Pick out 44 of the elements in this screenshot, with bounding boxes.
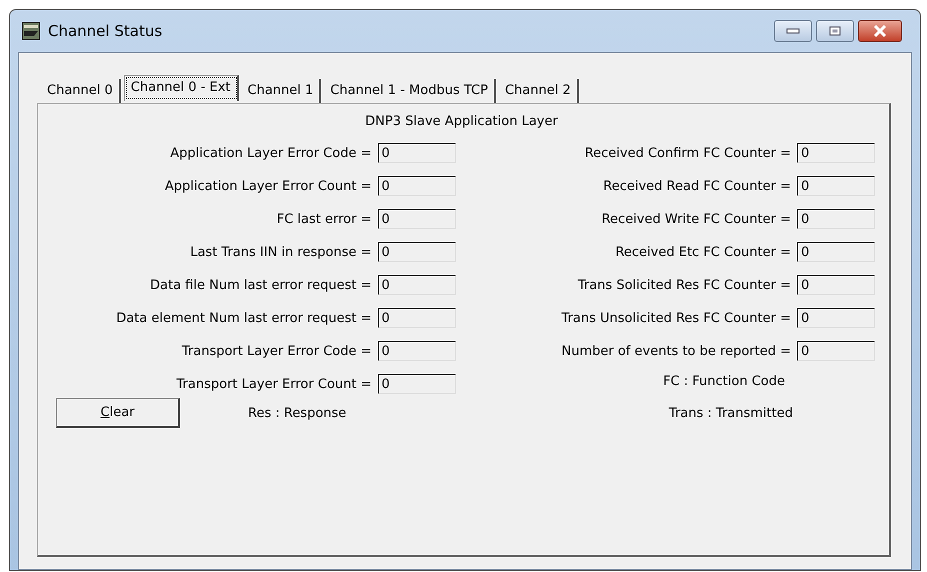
value-field[interactable]: 0	[797, 242, 875, 262]
value-field[interactable]: 0	[797, 308, 875, 328]
close-icon	[873, 25, 887, 37]
clear-button[interactable]: Clear	[56, 398, 180, 428]
field-label: Application Layer Error Code =	[170, 146, 372, 160]
app-icon	[22, 22, 40, 40]
field-label: Received Write FC Counter =	[602, 212, 791, 226]
value-field[interactable]: 0	[378, 275, 456, 295]
field-label: Received Confirm FC Counter =	[584, 146, 791, 160]
field-label: Transport Layer Error Count =	[176, 376, 372, 392]
value-field[interactable]: 0	[378, 374, 456, 394]
field-label: Received Read FC Counter =	[603, 178, 791, 194]
field-label: Data file Num last error request =	[150, 278, 372, 292]
value-field[interactable]: 0	[797, 341, 875, 361]
value-field[interactable]: 0	[378, 308, 456, 328]
close-button[interactable]	[858, 20, 902, 42]
field-label: Number of events to be reported =	[562, 344, 791, 358]
legend-text: Res : Response	[248, 406, 346, 420]
value-field[interactable]: 0	[378, 242, 456, 262]
field-label: Application Layer Error Count =	[164, 178, 372, 194]
field-label: FC last error =	[276, 212, 372, 226]
field-label: Received Etc FC Counter =	[615, 244, 791, 260]
maximize-icon	[829, 26, 841, 36]
value-field[interactable]: 0	[378, 176, 456, 196]
value-field[interactable]: 0	[378, 143, 456, 163]
tab[interactable]: Channel 0 - Ext	[124, 75, 239, 101]
value-field[interactable]: 0	[797, 143, 875, 163]
window-title: Channel Status	[48, 22, 162, 40]
value-field[interactable]: 0	[797, 176, 875, 196]
value-field[interactable]: 0	[378, 341, 456, 361]
field-label: Data element Num last error request =	[116, 310, 372, 326]
field-label: Last Trans IIN in response =	[190, 244, 372, 260]
legend-text: FC : Function Code	[663, 374, 785, 389]
minimize-icon	[786, 28, 800, 34]
maximize-button[interactable]	[816, 20, 854, 42]
field-label: Trans Unsolicited Res FC Counter =	[562, 310, 791, 326]
value-field[interactable]: 0	[797, 275, 875, 295]
minimize-button[interactable]	[774, 20, 812, 42]
value-field[interactable]: 0	[378, 209, 456, 229]
value-field[interactable]: 0	[797, 209, 875, 229]
section-heading: DNP3 Slave Application Layer	[364, 114, 559, 129]
field-label: Trans Solicited Res FC Counter =	[578, 278, 791, 292]
legend-text: Trans : Transmitted	[668, 406, 793, 420]
field-label: Transport Layer Error Code =	[182, 344, 372, 358]
